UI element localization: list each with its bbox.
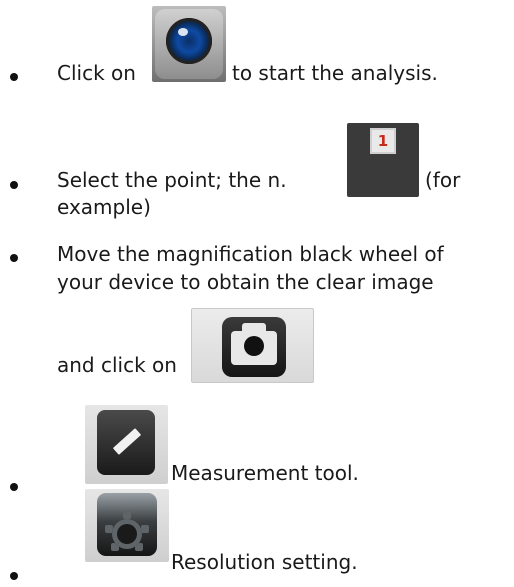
ruler-icon[interactable] (85, 405, 168, 484)
bullet (10, 73, 18, 81)
bullet (10, 483, 18, 491)
bullet (10, 181, 18, 189)
gear-settings-icon[interactable] (85, 489, 169, 562)
camera-lens-icon[interactable] (152, 6, 226, 82)
step-5-text: Resolution setting. (171, 550, 358, 574)
bullet (10, 254, 18, 262)
point-number: 1 (377, 132, 389, 150)
bullet (10, 572, 18, 580)
step-5: Resolution setting. (0, 0, 514, 580)
step-1-text-before: Click on (57, 61, 136, 85)
step-1-text-after: to start the analysis. (232, 61, 438, 85)
step-4-text: Measurement tool. (171, 461, 359, 485)
point-1-icon[interactable]: 1 (347, 123, 419, 197)
step-3-line-1: Move the magnification black wheel of (57, 242, 444, 266)
camera-shoot-icon[interactable] (191, 308, 314, 383)
step-2-continuation: example) (57, 195, 151, 219)
step-2-text-after: (for (425, 168, 461, 192)
step-3-line-2: your device to obtain the clear image (57, 270, 434, 294)
step-3-line-3: and click on (57, 353, 177, 377)
step-2-text-before: Select the point; the n. (57, 168, 287, 192)
